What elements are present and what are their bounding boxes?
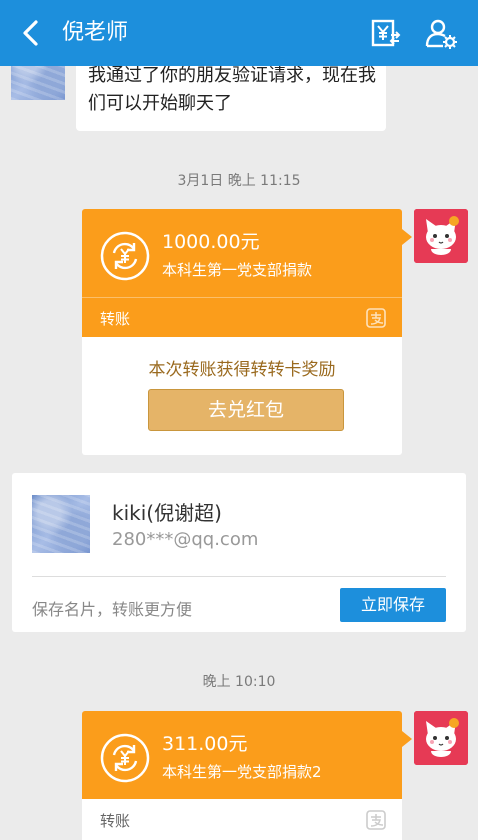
chevron-left-icon[interactable] [14,16,48,50]
cat-avatar-icon [414,209,468,263]
transfer-card[interactable]: 1000.00元 本科生第一党支部捐款 转账 本次转账获得转转卡奖励 去兑红包 [82,209,412,455]
transfer-card[interactable]: 311.00元 本科生第一党支部捐款2 转账 [82,711,412,840]
friend-message-bubble[interactable]: 我通过了你的朋友验证请求，现在我们可以开始聊天了 [76,56,386,131]
alipay-logo-icon [366,308,386,328]
cat-avatar-icon [414,711,468,765]
divider [32,576,446,577]
contact-name: kiki(倪谢超) [112,501,222,525]
save-hint: 保存名片，转账更方便 [32,600,193,619]
friend-message-text: 我通过了你的朋友验证请求，现在我们可以开始聊天了 [88,65,376,114]
transfer-amount: 1000.00元 [162,231,260,253]
transfer-card-header: 1000.00元 本科生第一党支部捐款 转账 [82,209,412,337]
contact-avatar [32,495,90,553]
user-settings-icon[interactable] [424,16,458,50]
timestamp: 晚上 10:10 [202,674,276,690]
header-bar: 倪老师 [0,0,478,66]
contact-email: 280***@qq.com [112,529,259,550]
transfer-description: 本科生第一党支部捐款 [162,261,313,279]
redeem-button[interactable]: 去兑红包 [148,389,344,431]
divider [82,297,402,298]
my-avatar[interactable] [414,711,468,765]
transfer-description: 本科生第一党支部捐款2 [162,763,322,781]
alipay-logo-icon [366,810,386,830]
yuan-transfer-icon[interactable] [368,16,402,50]
yuan-exchange-icon [100,733,150,783]
page-title: 倪老师 [62,20,129,45]
timestamp: 3月1日 晚上 11:15 [177,173,301,189]
my-avatar[interactable] [414,209,468,263]
yuan-exchange-icon [100,231,150,281]
reward-text: 本次转账获得转转卡奖励 [148,360,336,380]
transfer-label: 转账 [100,812,131,830]
transfer-card-reward: 本次转账获得转转卡奖励 去兑红包 [82,337,402,455]
save-contact-button[interactable]: 立即保存 [340,588,446,622]
transfer-label: 转账 [100,310,131,328]
transfer-amount: 311.00元 [162,733,248,755]
contact-card[interactable]: kiki(倪谢超) 280***@qq.com 保存名片，转账更方便 立即保存 [12,473,466,632]
